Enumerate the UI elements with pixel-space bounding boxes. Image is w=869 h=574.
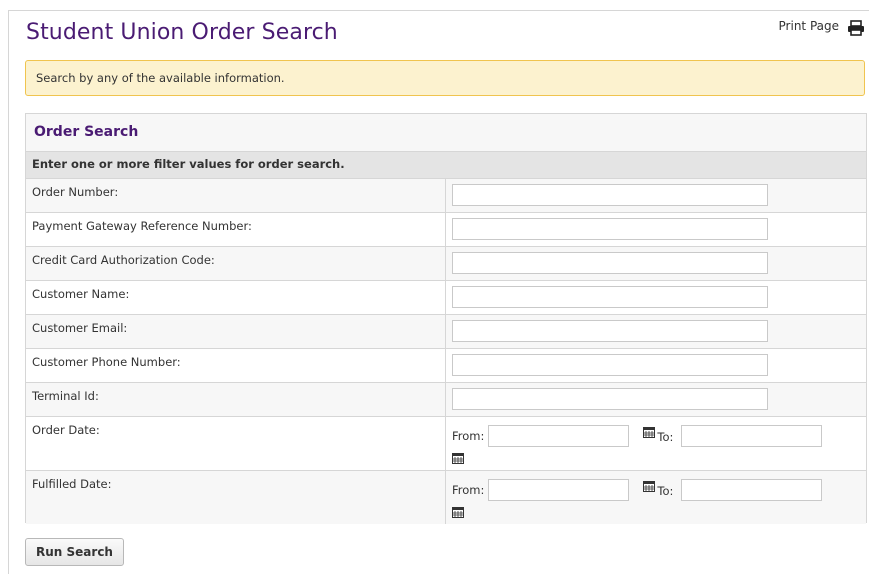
print-page-link[interactable]: Print Page <box>779 19 839 33</box>
fulfilled-date-to-input[interactable] <box>681 479 823 501</box>
field-label: Customer Email: <box>26 315 446 348</box>
form-row-auth-code: Credit Card Authorization Code: <box>26 247 866 281</box>
frame-top-border <box>8 10 869 11</box>
field-label: Terminal Id: <box>26 383 446 416</box>
order-number-input[interactable] <box>452 183 768 206</box>
form-row-gateway-ref: Payment Gateway Reference Number: <box>26 213 866 247</box>
form-row-order-date: Order Date: From: To: <box>26 417 866 471</box>
form-row-fulfilled-date: Fulfilled Date: From: To: <box>26 471 866 524</box>
customer-name-input[interactable] <box>452 285 768 308</box>
field-label: Order Date: <box>26 417 446 470</box>
page-title: Student Union Order Search <box>26 20 338 45</box>
from-label: From: <box>452 429 485 443</box>
form-row-customer-name: Customer Name: <box>26 281 866 315</box>
order-search-panel: Order Search Enter one or more filter va… <box>25 113 867 524</box>
order-date-to-input[interactable] <box>681 425 823 447</box>
to-label: To: <box>657 430 674 444</box>
form-row-order-number: Order Number: <box>26 179 866 213</box>
info-notice: Search by any of the available informati… <box>25 60 865 96</box>
terminal-id-input[interactable] <box>452 387 768 410</box>
fulfilled-date-from-input[interactable] <box>488 479 630 501</box>
calendar-icon[interactable] <box>452 452 464 464</box>
calendar-icon[interactable] <box>643 426 656 438</box>
customer-email-input[interactable] <box>452 319 768 342</box>
form-row-customer-phone: Customer Phone Number: <box>26 349 866 383</box>
calendar-icon[interactable] <box>643 480 656 492</box>
form-row-terminal-id: Terminal Id: <box>26 383 866 417</box>
page: Student Union Order Search Print Page Se… <box>0 0 869 574</box>
frame-left-border <box>8 10 9 574</box>
field-label: Fulfilled Date: <box>26 471 446 524</box>
authorization-code-input[interactable] <box>452 251 768 274</box>
to-label: To: <box>657 484 674 498</box>
printer-icon[interactable] <box>847 20 865 36</box>
field-label: Credit Card Authorization Code: <box>26 247 446 280</box>
form-row-customer-email: Customer Email: <box>26 315 866 349</box>
calendar-icon[interactable] <box>452 506 464 518</box>
panel-subtitle: Enter one or more filter values for orde… <box>26 152 866 179</box>
field-label: Payment Gateway Reference Number: <box>26 213 446 246</box>
field-label: Order Number: <box>26 179 446 212</box>
panel-title: Order Search <box>26 114 866 152</box>
field-label: Customer Phone Number: <box>26 349 446 382</box>
from-label: From: <box>452 483 485 497</box>
order-date-from-input[interactable] <box>488 425 630 447</box>
gateway-reference-input[interactable] <box>452 217 768 240</box>
run-search-button[interactable]: Run Search <box>25 538 124 566</box>
field-label: Customer Name: <box>26 281 446 314</box>
customer-phone-input[interactable] <box>452 353 768 376</box>
